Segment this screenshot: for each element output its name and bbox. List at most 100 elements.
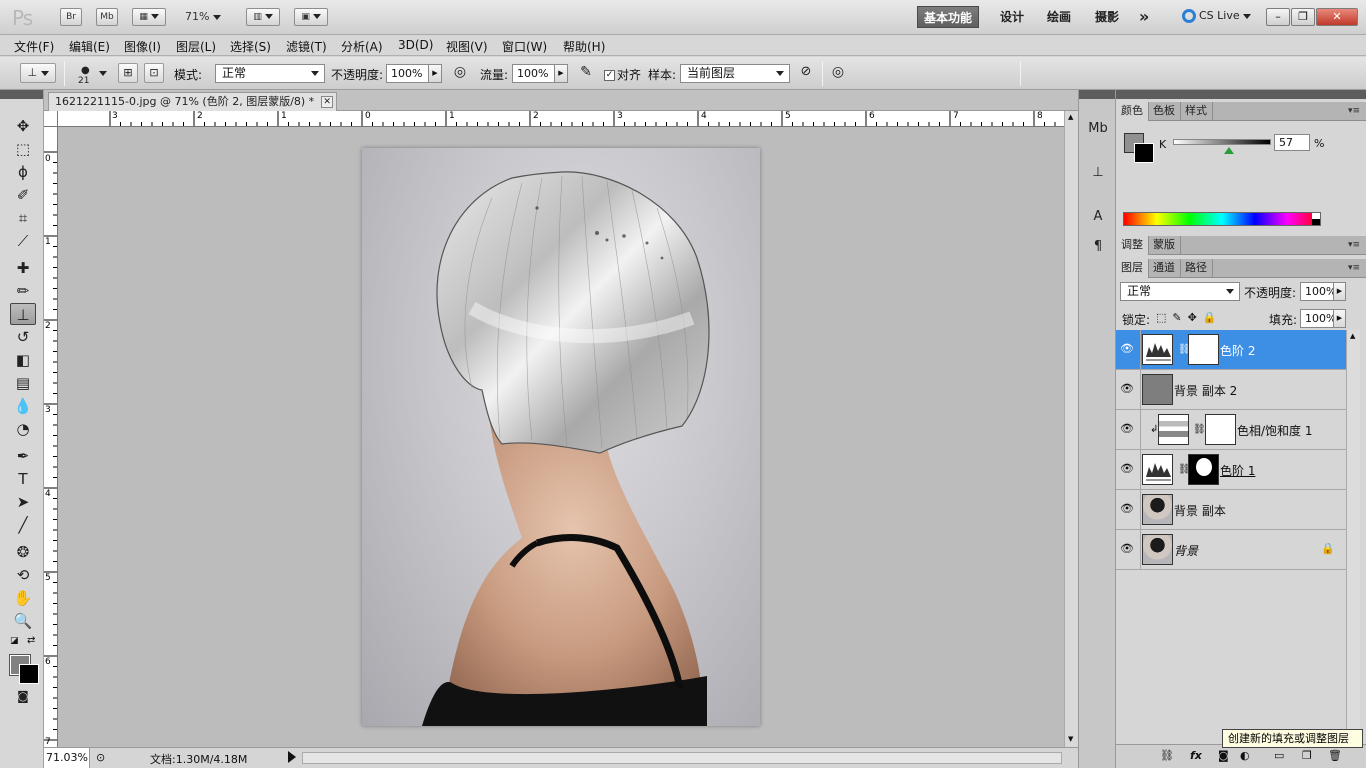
visibility-eye-icon[interactable]: 👁 xyxy=(1120,342,1134,356)
move-tool-icon[interactable]: ✥ xyxy=(10,115,36,137)
link-layers-icon[interactable]: ⛓ xyxy=(1160,749,1174,762)
workspace-design[interactable]: 设计 xyxy=(994,6,1030,28)
blend-mode-dropdown[interactable]: 正常 xyxy=(1120,282,1240,301)
scroll-up-icon[interactable]: ▲ xyxy=(1068,113,1073,121)
new-adjustment-layer-icon[interactable]: ◐ xyxy=(1240,749,1250,762)
tab-layers[interactable]: 图层 xyxy=(1116,259,1149,278)
layer-mask-thumbnail[interactable] xyxy=(1188,454,1219,485)
pressure-size-icon[interactable]: ◎ xyxy=(828,63,848,83)
status-menu-icon[interactable]: ⊙ xyxy=(96,751,105,764)
visibility-eye-icon[interactable]: 👁 xyxy=(1120,422,1134,436)
new-group-icon[interactable]: ▭ xyxy=(1274,749,1284,762)
workspace-painting[interactable]: 绘画 xyxy=(1041,6,1077,28)
menu-image[interactable]: 图像(I) xyxy=(124,38,161,55)
quick-selection-tool-icon[interactable]: ✐ xyxy=(10,184,36,206)
status-play-icon[interactable] xyxy=(288,751,296,763)
history-brush-tool-icon[interactable]: ↺ xyxy=(10,326,36,348)
restore-button[interactable]: ❐ xyxy=(1291,8,1315,26)
3d-orbit-tool-icon[interactable]: ⟲ xyxy=(10,564,36,586)
tab-styles[interactable]: 样式 xyxy=(1180,102,1213,121)
layer-row-hue-saturation-1[interactable]: 👁 ↲ ⛓ 色相/饱和度 1 xyxy=(1116,410,1346,450)
3d-rotate-tool-icon[interactable]: ❂ xyxy=(10,541,36,563)
menu-file[interactable]: 文件(F) xyxy=(14,38,54,55)
menu-layer[interactable]: 图层(L) xyxy=(176,38,216,55)
toggle-brush-panel-icon[interactable]: ⊞ xyxy=(118,63,138,83)
view-extras-button[interactable]: ▦ xyxy=(132,8,166,26)
canvas-area[interactable] xyxy=(58,127,1066,747)
add-mask-icon[interactable]: ◙ xyxy=(1218,749,1229,762)
eraser-tool-icon[interactable]: ◧ xyxy=(10,349,36,371)
opacity-input[interactable]: 100% ▶ xyxy=(386,64,442,83)
mask-link-icon[interactable]: ⛓ xyxy=(1193,424,1206,435)
swap-colors-icon[interactable]: ⇄ xyxy=(27,635,35,646)
menu-edit[interactable]: 编辑(E) xyxy=(69,38,110,55)
horizontal-scrollbar[interactable] xyxy=(302,752,1062,764)
scroll-up-icon[interactable]: ▲ xyxy=(1350,332,1355,340)
visibility-eye-icon[interactable]: 👁 xyxy=(1120,462,1134,476)
tool-preset-picker[interactable]: ⊥ xyxy=(20,63,56,83)
arrange-documents-button[interactable]: ▥ xyxy=(246,8,280,26)
layer-mask-thumbnail[interactable] xyxy=(1205,414,1236,445)
menu-select[interactable]: 选择(S) xyxy=(230,38,271,55)
hand-tool-icon[interactable]: ✋ xyxy=(10,587,36,609)
fill-input[interactable]: 100% ▶ xyxy=(1300,309,1346,328)
vertical-scrollbar[interactable]: ▲ ▼ xyxy=(1064,111,1078,747)
visibility-eye-icon[interactable]: 👁 xyxy=(1120,502,1134,516)
tab-masks[interactable]: 蒙版 xyxy=(1148,236,1181,255)
layer-row-background[interactable]: 👁 背景 🔒 xyxy=(1116,530,1346,570)
sample-dropdown[interactable]: 当前图层 xyxy=(680,64,790,83)
tab-color[interactable]: 颜色 xyxy=(1116,102,1149,121)
visibility-eye-icon[interactable]: 👁 xyxy=(1120,542,1134,556)
layer-style-icon[interactable]: fx xyxy=(1190,749,1202,762)
screen-mode-button[interactable]: ▣ xyxy=(294,8,328,26)
path-selection-tool-icon[interactable]: ➤ xyxy=(10,491,36,513)
ruler-origin[interactable] xyxy=(44,111,58,127)
layer-opacity-input[interactable]: 100% ▶ xyxy=(1300,282,1346,301)
lock-options[interactable]: ⬚✎✥🔒 xyxy=(1156,311,1223,324)
k-slider-track[interactable] xyxy=(1173,139,1271,145)
menu-window[interactable]: 窗口(W) xyxy=(502,38,547,55)
mode-dropdown[interactable]: 正常 xyxy=(215,64,325,83)
mini-bridge-icon[interactable]: Mb xyxy=(1086,118,1110,140)
layer-mask-thumbnail[interactable] xyxy=(1188,334,1219,365)
blur-tool-icon[interactable]: 💧 xyxy=(10,395,36,417)
cs-live-menu[interactable]: CS Live xyxy=(1182,9,1252,23)
color-ramp[interactable] xyxy=(1123,212,1321,226)
menu-filter[interactable]: 滤镜(T) xyxy=(286,38,327,55)
pen-tool-icon[interactable]: ✒ xyxy=(10,445,36,467)
tab-swatches[interactable]: 色板 xyxy=(1148,102,1181,121)
gradient-tool-icon[interactable]: ▤ xyxy=(10,372,36,394)
panel-grip[interactable] xyxy=(1116,90,1366,99)
panel-menu-icon[interactable]: ▾≡ xyxy=(1348,263,1360,273)
menu-view[interactable]: 视图(V) xyxy=(446,38,488,55)
more-workspaces-button[interactable]: » xyxy=(1133,6,1155,28)
airbrush-icon[interactable]: ✎ xyxy=(576,63,596,83)
marquee-tool-icon[interactable]: ⬚ xyxy=(10,138,36,160)
workspace-photography[interactable]: 摄影 xyxy=(1089,6,1125,28)
ignore-adjustment-layers-icon[interactable]: ⊘ xyxy=(796,63,816,83)
tab-adjustments[interactable]: 调整 xyxy=(1116,236,1149,255)
default-colors-icon[interactable]: ◪ xyxy=(10,636,19,646)
tab-paths[interactable]: 路径 xyxy=(1180,259,1213,278)
document-tab[interactable]: 1621221115-0.jpg @ 71% (色阶 2, 图层蒙版/8) * … xyxy=(48,92,338,111)
aligned-checkbox[interactable]: ✓ 对齐 xyxy=(604,66,641,83)
background-color-swatch[interactable] xyxy=(19,664,39,684)
panel-grip[interactable] xyxy=(1079,90,1115,99)
clone-stamp-tool-icon[interactable]: ⊥ xyxy=(10,303,36,325)
layer-row-levels-2[interactable]: 👁 ⛓ 色阶 2 xyxy=(1116,330,1346,370)
menu-3d[interactable]: 3D(D) xyxy=(398,38,433,52)
zoom-level-dropdown[interactable]: 71% xyxy=(185,10,221,23)
menu-help[interactable]: 帮助(H) xyxy=(563,38,605,55)
document-image[interactable] xyxy=(362,148,760,726)
dodge-tool-icon[interactable]: ◔ xyxy=(10,418,36,440)
panel-grip[interactable] xyxy=(0,90,43,99)
workspace-essentials[interactable]: 基本功能 xyxy=(917,6,980,28)
brush-tool-icon[interactable]: ✏ xyxy=(10,280,36,302)
visibility-eye-icon[interactable]: 👁 xyxy=(1120,382,1134,396)
bridge-button[interactable]: Br xyxy=(60,8,82,26)
paragraph-icon[interactable]: ¶ xyxy=(1086,236,1110,258)
panel-menu-icon[interactable]: ▾≡ xyxy=(1348,106,1360,116)
scroll-down-icon[interactable]: ▼ xyxy=(1068,735,1073,743)
character-icon[interactable]: A xyxy=(1086,206,1110,228)
layer-row-bg-copy[interactable]: 👁 背景 副本 xyxy=(1116,490,1346,530)
